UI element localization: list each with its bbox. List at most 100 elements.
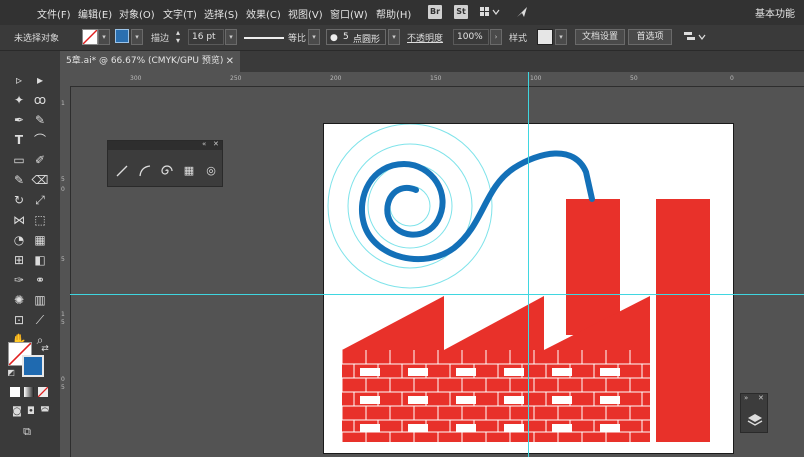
pen-tool-icon[interactable]: ✒	[10, 111, 28, 129]
horizontal-guide[interactable]	[70, 294, 804, 295]
layers-mini-panel[interactable]: » ✕	[740, 393, 768, 433]
rectangular-grid-icon[interactable]: ▦	[182, 164, 196, 178]
shape-builder-tool-icon[interactable]: ◔	[10, 231, 28, 249]
stroke-profile-label[interactable]: 等比	[288, 31, 306, 44]
stroke-color-dropdown[interactable]: ▾	[131, 29, 143, 45]
arrange-documents-icon[interactable]	[480, 6, 502, 21]
factory-window	[600, 424, 620, 432]
gpu-rocket-icon[interactable]	[515, 5, 529, 22]
document-tab[interactable]: 5章.ai* @ 66.67% (CMYK/GPU 预览) ✕	[60, 51, 240, 72]
slice-tool-icon[interactable]: ⟋	[31, 311, 49, 329]
chimney-right	[656, 199, 710, 442]
arc-icon[interactable]	[138, 164, 152, 178]
opacity-dropdown[interactable]: ›	[490, 29, 502, 45]
opacity-label[interactable]: 不透明度	[407, 31, 443, 44]
fill-swatch[interactable]	[82, 29, 98, 45]
factory-window	[552, 368, 572, 376]
close-panel-icon[interactable]: ✕	[758, 394, 764, 402]
align-options-icon[interactable]	[684, 30, 708, 47]
stroke-profile-preview[interactable]	[244, 37, 284, 39]
roof-2	[444, 296, 544, 350]
default-colors-icon[interactable]: ◩	[2, 364, 20, 382]
mesh-tool-icon[interactable]: ⊞	[10, 251, 28, 269]
perspective-grid-tool-icon[interactable]: ▦	[31, 231, 49, 249]
line-segment-tool-icon[interactable]: ⌒	[31, 131, 49, 149]
eraser-tool-icon[interactable]: ⌫	[31, 171, 49, 189]
menu-help[interactable]: 帮助(H)	[376, 6, 411, 21]
direct-selection-tool-icon[interactable]: ▸	[31, 71, 49, 89]
menu-file[interactable]: 文件(F)	[37, 6, 71, 21]
lasso-tool-icon[interactable]: ꝏ	[31, 91, 49, 109]
screen-mode-icon[interactable]: ⧉	[18, 423, 36, 441]
ruler-tick: 0	[61, 376, 65, 383]
color-mode-icon[interactable]	[10, 387, 20, 397]
menu-effect[interactable]: 效果(C)	[246, 6, 281, 21]
style-dropdown[interactable]: ▾	[555, 29, 567, 45]
stroke-weight-dropdown[interactable]: ▾	[225, 29, 237, 45]
stroke-color-swatch[interactable]	[22, 355, 44, 377]
menu-select[interactable]: 选择(S)	[204, 6, 238, 21]
graphic-style-swatch[interactable]	[537, 29, 553, 45]
close-panel-icon[interactable]: ✕	[213, 140, 219, 148]
profile-dropdown[interactable]: ▾	[308, 29, 320, 45]
ruler-tick: 1	[61, 100, 65, 107]
document-setup-button[interactable]: 文档设置	[575, 29, 625, 45]
expand-panel-icon[interactable]: »	[744, 394, 748, 402]
shaper-tool-icon[interactable]: ✎	[10, 171, 28, 189]
factory-artwork[interactable]	[324, 124, 735, 455]
stroke-swatch[interactable]	[115, 29, 129, 43]
stroke-stepper-icon[interactable]: ▴ ▾	[176, 29, 180, 45]
swap-colors-icon[interactable]: ⇄	[36, 340, 54, 358]
close-tab-icon[interactable]: ✕	[226, 51, 234, 72]
curvature-tool-icon[interactable]: ✎	[31, 111, 49, 129]
panel-header[interactable]: « ✕	[108, 140, 222, 150]
line-tools-panel[interactable]: « ✕ ▦ ◎	[107, 140, 223, 187]
free-transform-tool-icon[interactable]: ⬚	[31, 211, 49, 229]
brush-definition[interactable]: ● 5 点圆形	[326, 29, 386, 45]
width-tool-icon[interactable]: ⋈	[10, 211, 28, 229]
type-tool-icon[interactable]: T	[10, 131, 28, 149]
eyedropper-tool-icon[interactable]: ✑	[10, 271, 28, 289]
gradient-mode-icon[interactable]	[24, 387, 34, 397]
line-segment-icon[interactable]	[115, 164, 129, 178]
menu-window[interactable]: 窗口(W)	[330, 6, 368, 21]
stroke-weight-field[interactable]: 16 pt	[188, 29, 224, 45]
ruler-tick: 300	[130, 75, 142, 82]
factory-window	[408, 424, 428, 432]
paintbrush-tool-icon[interactable]: ✐	[31, 151, 49, 169]
none-mode-icon[interactable]	[38, 387, 48, 397]
scale-tool-icon[interactable]: ⤢	[31, 191, 49, 209]
gradient-tool-icon[interactable]: ◧	[31, 251, 49, 269]
factory-window	[504, 396, 524, 404]
draw-inside-icon[interactable]: ◚	[36, 403, 54, 421]
artboard-tool-icon[interactable]: ⊡	[10, 311, 28, 329]
column-graph-tool-icon[interactable]: ▥	[31, 291, 49, 309]
blend-tool-icon[interactable]: ⚭	[31, 271, 49, 289]
stroke-label[interactable]: 描边	[151, 31, 169, 44]
polar-grid-icon[interactable]: ◎	[204, 164, 218, 178]
opacity-field[interactable]: 100%	[453, 29, 489, 45]
bridge-icon[interactable]: Br	[428, 5, 442, 19]
menu-view[interactable]: 视图(V)	[288, 6, 323, 21]
symbol-sprayer-tool-icon[interactable]: ✺	[10, 291, 28, 309]
brush-name-label: 点圆形	[353, 35, 381, 45]
stock-icon[interactable]: St	[454, 5, 468, 19]
rotate-tool-icon[interactable]: ↻	[10, 191, 28, 209]
layers-icon[interactable]	[747, 412, 763, 431]
menu-object[interactable]: 对象(O)	[119, 6, 155, 21]
magic-wand-tool-icon[interactable]: ✦	[10, 91, 28, 109]
rectangle-tool-icon[interactable]: ▭	[10, 151, 28, 169]
horizontal-ruler[interactable]: 300 250 200 150 100 50 0	[60, 72, 804, 87]
selection-tool-icon[interactable]: ▹	[10, 71, 28, 89]
brush-dropdown[interactable]: ▾	[388, 29, 400, 45]
spiral-icon[interactable]	[160, 164, 174, 178]
document-tab-title: 5章.ai* @ 66.67% (CMYK/GPU 预览)	[66, 56, 224, 66]
menu-type[interactable]: 文字(T)	[163, 6, 197, 21]
vertical-ruler[interactable]: 1 5 0 5 1 5 0 5	[60, 86, 71, 457]
fill-dropdown[interactable]: ▾	[98, 29, 110, 45]
menu-edit[interactable]: 编辑(E)	[78, 6, 112, 21]
workspace-switcher[interactable]: 基本功能	[755, 5, 795, 20]
preferences-button[interactable]: 首选项	[628, 29, 672, 45]
collapse-panel-icon[interactable]: «	[202, 140, 206, 148]
vertical-guide[interactable]	[528, 72, 529, 457]
